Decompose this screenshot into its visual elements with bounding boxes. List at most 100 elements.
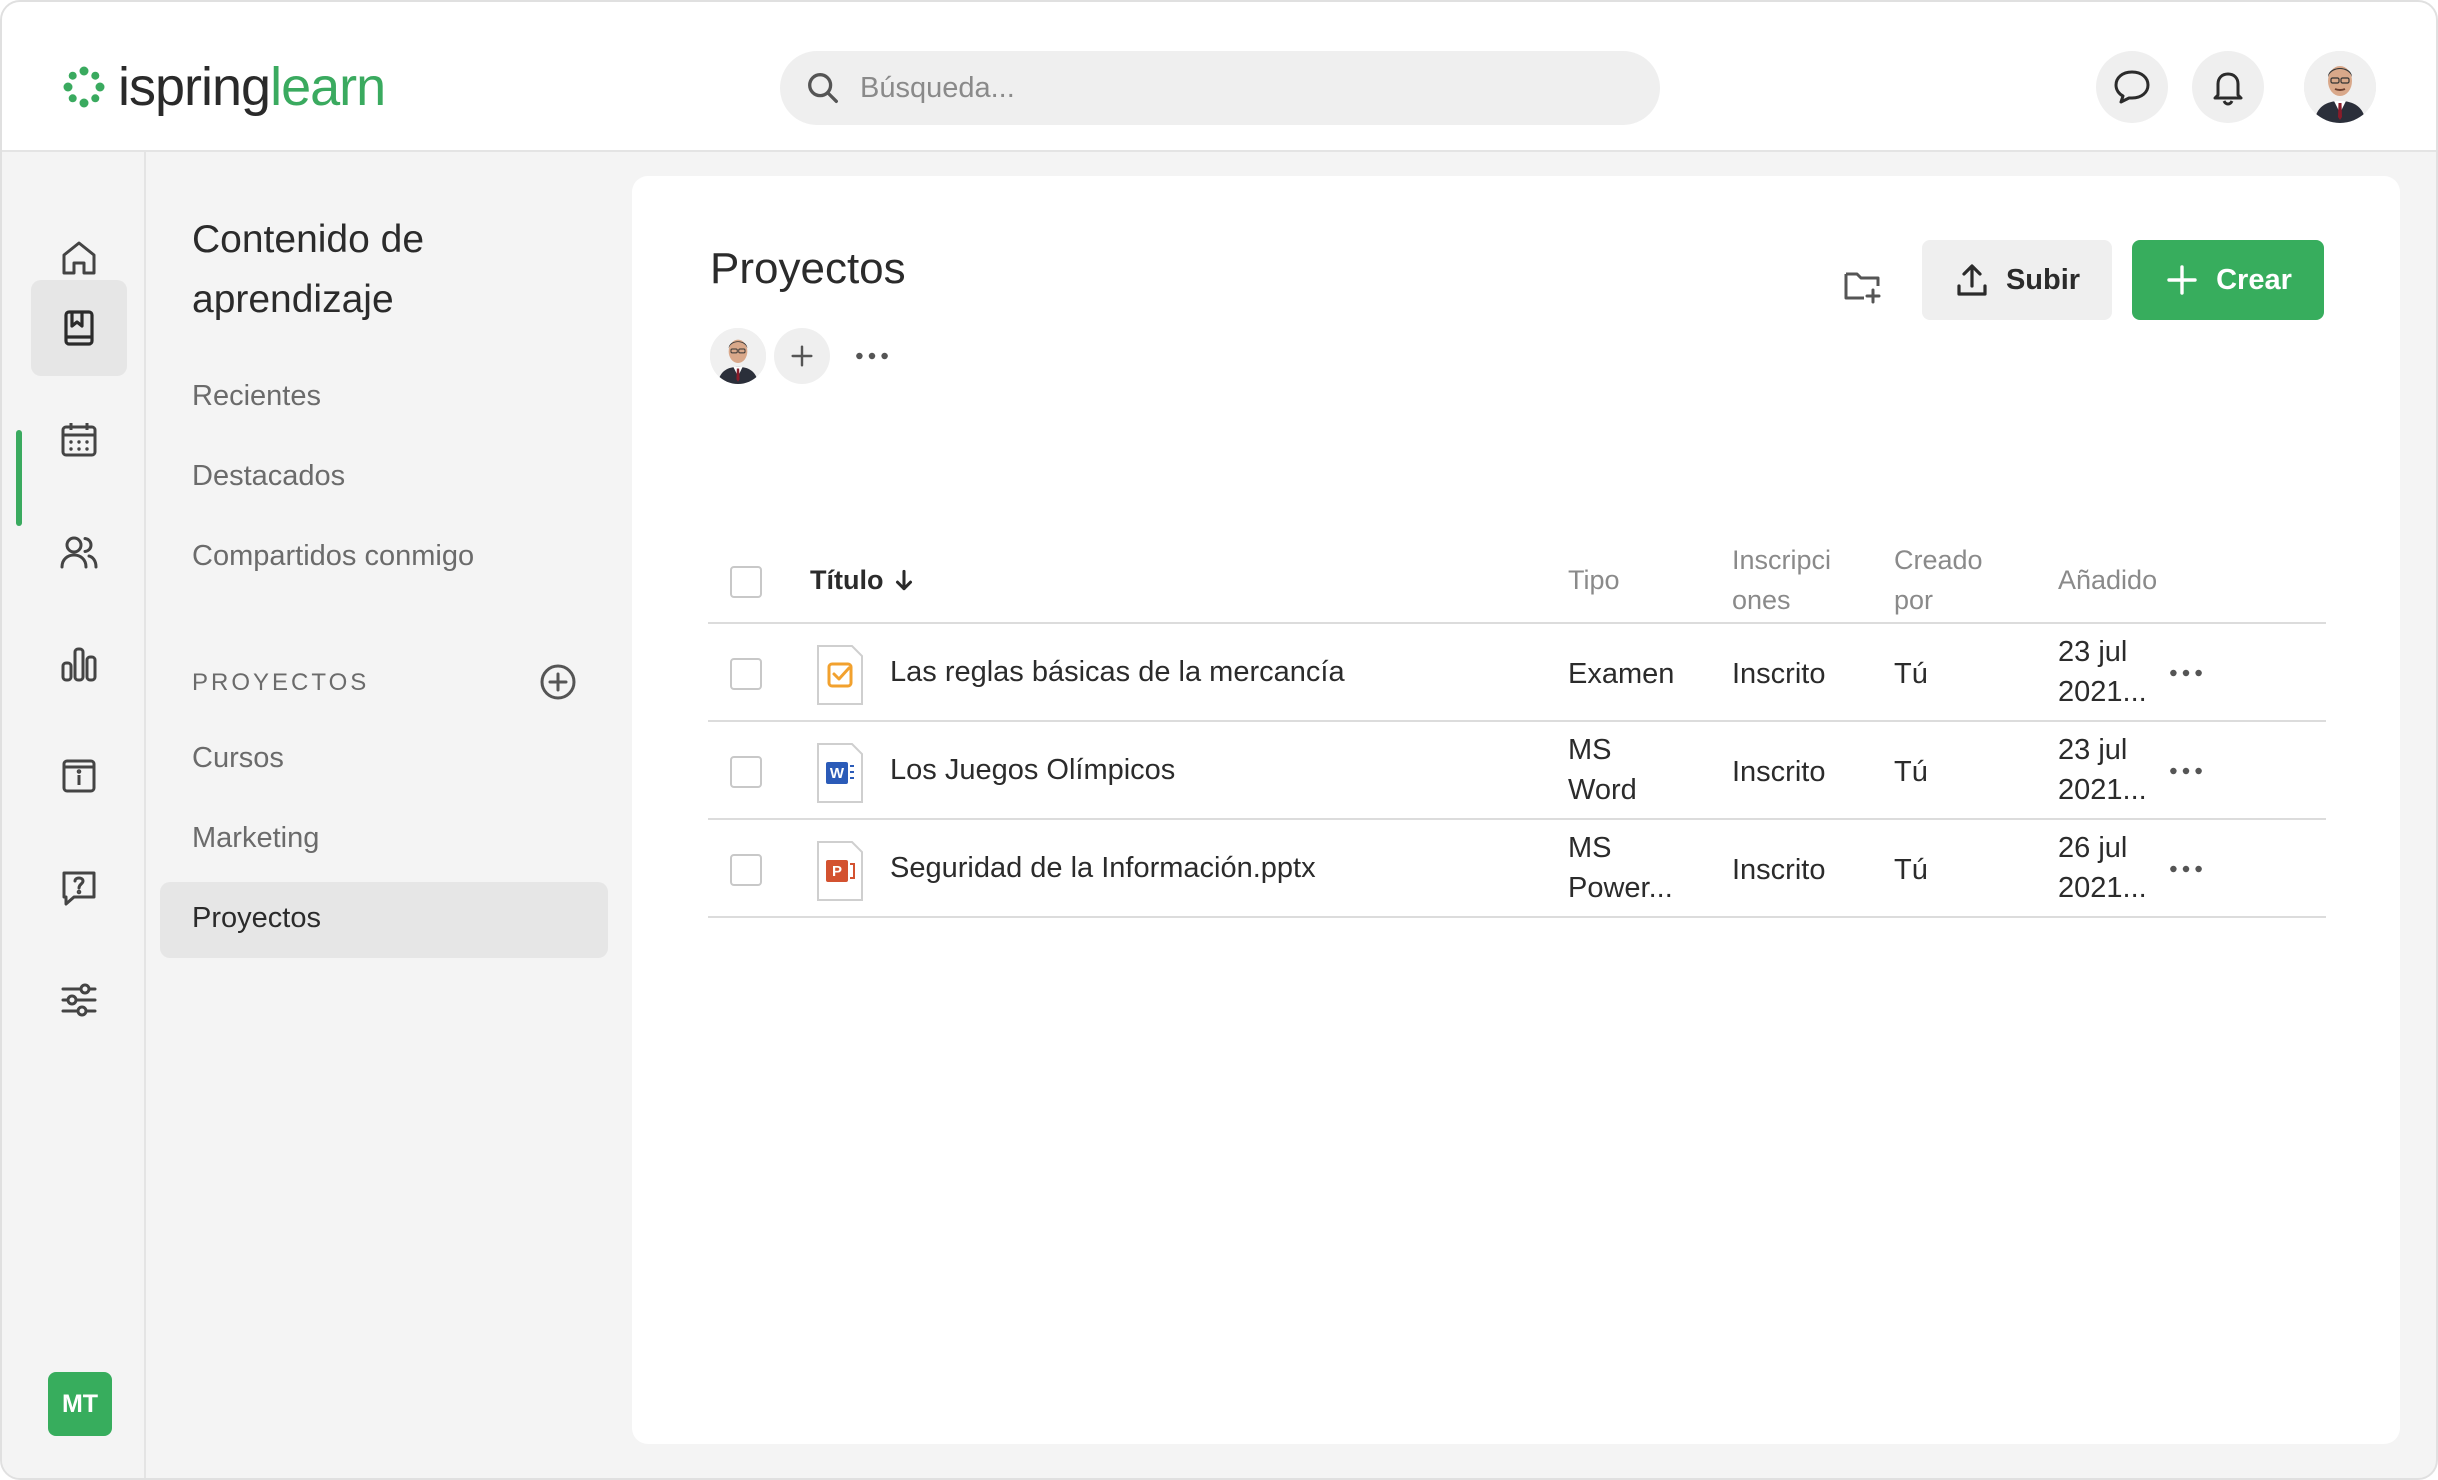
- row-type-line1: MS: [1568, 734, 1612, 766]
- column-title-header[interactable]: Título: [810, 560, 917, 600]
- row-title[interactable]: Seguridad de la Información.pptx: [890, 848, 1316, 888]
- users-icon: [60, 536, 98, 569]
- messages-button[interactable]: [2096, 51, 2168, 123]
- row-type: MS Word: [1568, 730, 1637, 810]
- column-title-label: Título: [810, 565, 884, 595]
- table-row[interactable]: W Los Juegos Olímpicos MS Word Inscrito …: [708, 722, 2326, 820]
- home-icon: [62, 241, 96, 275]
- folder-add-icon: [1844, 272, 1881, 304]
- quiz-icon: [817, 645, 863, 705]
- search-icon: [808, 73, 838, 103]
- subnav-item-courses[interactable]: Cursos: [192, 742, 284, 775]
- bell-icon: [2213, 72, 2243, 106]
- column-added-header[interactable]: Añadido: [2058, 560, 2157, 600]
- table-row[interactable]: P Seguridad de la Información.pptx MS Po…: [708, 820, 2326, 918]
- row-title[interactable]: Los Juegos Olímpicos: [890, 750, 1175, 790]
- chat-bubble-icon: [2114, 70, 2150, 104]
- svg-text:P: P: [832, 863, 842, 880]
- subnav-link-featured[interactable]: Destacados: [192, 460, 345, 493]
- created-by-header-line1: Creado: [1894, 545, 1983, 575]
- more-horizontal-icon: [2170, 767, 2202, 775]
- row-type: Examen: [1568, 654, 1674, 694]
- member-avatar[interactable]: [710, 328, 766, 384]
- svg-text:W: W: [830, 765, 845, 782]
- logo-text-ispring: ispring: [118, 57, 271, 117]
- sort-down-arrow-icon: [896, 569, 913, 591]
- rail-item-users[interactable]: [31, 504, 127, 600]
- row-more-button[interactable]: [2166, 854, 2206, 884]
- subnav-item-marketing[interactable]: Marketing: [192, 822, 319, 855]
- top-bar: ispringlearn: [2, 2, 2436, 152]
- table-row[interactable]: Las reglas básicas de la mercancía Exame…: [708, 624, 2326, 722]
- word-doc-icon: W: [817, 743, 863, 803]
- enrollments-header-line1: Inscripci: [1732, 545, 1832, 575]
- rail-active-indicator: [16, 430, 22, 526]
- row-added-line2: 2021...: [2058, 774, 2147, 806]
- search-input[interactable]: [860, 71, 1620, 105]
- row-added-line1: 23 jul: [2058, 636, 2128, 668]
- add-project-icon[interactable]: [538, 662, 578, 702]
- created-by-header-line2: por: [1894, 585, 1934, 615]
- row-more-button[interactable]: [2166, 756, 2206, 786]
- row-type-line1: Examen: [1568, 658, 1675, 690]
- row-title[interactable]: Las reglas básicas de la mercancía: [890, 652, 1345, 692]
- question-icon: [62, 871, 96, 906]
- table-header: Título Tipo Inscripci ones Creado por Añ…: [708, 536, 2326, 624]
- plus-icon: [791, 345, 813, 367]
- row-created-by: Tú: [1894, 756, 1928, 788]
- row-checkbox[interactable]: [730, 854, 762, 886]
- learning-content-nav: Contenido de aprendizaje Recientes Desta…: [148, 152, 624, 1478]
- subnav-link-recent[interactable]: Recientes: [192, 380, 321, 413]
- user-portrait-icon: [2304, 51, 2376, 123]
- create-button[interactable]: Crear: [2132, 240, 2324, 320]
- rail-item-settings[interactable]: [31, 952, 127, 1048]
- plus-icon: [2167, 265, 2197, 295]
- main-content-card: Proyectos Subir Crear Título Tipo Inscri…: [632, 176, 2400, 1444]
- row-type-line2: Word: [1568, 774, 1637, 806]
- subnav-item-projects[interactable]: Proyectos: [192, 902, 321, 935]
- info-icon: [62, 759, 96, 793]
- more-horizontal-icon: [2170, 865, 2202, 873]
- new-folder-button[interactable]: [1838, 260, 1888, 310]
- rail-item-calendar[interactable]: [31, 392, 127, 488]
- column-enrollments-header[interactable]: Inscripci ones: [1732, 540, 1831, 620]
- left-rail-nav: MT: [2, 152, 146, 1478]
- user-initials-badge[interactable]: MT: [48, 1372, 112, 1436]
- rail-item-reports[interactable]: [31, 616, 127, 712]
- column-type-header[interactable]: Tipo: [1568, 560, 1620, 600]
- page-title: Proyectos: [710, 244, 906, 293]
- row-more-button[interactable]: [2166, 658, 2206, 688]
- upload-button[interactable]: Subir: [1922, 240, 2112, 320]
- row-type-line2: Power...: [1568, 872, 1673, 904]
- projects-section-label: PROYECTOS: [192, 669, 370, 696]
- logo-sparkle-icon: [63, 66, 105, 108]
- row-created-by: Tú: [1894, 854, 1928, 886]
- row-added-line2: 2021...: [2058, 872, 2147, 904]
- rail-item-learning-content[interactable]: [31, 280, 127, 376]
- search-bar[interactable]: [780, 51, 1660, 125]
- ispring-learn-logo[interactable]: ispringlearn: [60, 52, 386, 122]
- rail-item-info[interactable]: [31, 728, 127, 824]
- row-type: MS Power...: [1568, 828, 1673, 908]
- upload-icon: [1957, 264, 1987, 296]
- row-checkbox[interactable]: [730, 756, 762, 788]
- more-horizontal-icon: [2170, 669, 2202, 677]
- row-created-by: Tú: [1894, 658, 1928, 690]
- subnav-link-shared-with-me[interactable]: Compartidos conmigo: [192, 540, 474, 573]
- calendar-icon: [61, 423, 97, 457]
- notifications-button[interactable]: [2192, 51, 2264, 123]
- logo-text-learn: learn: [270, 57, 386, 117]
- user-avatar[interactable]: [2304, 51, 2376, 123]
- members-more-button[interactable]: [852, 338, 892, 374]
- settings-sliders-icon: [61, 983, 97, 1017]
- more-horizontal-icon: [856, 352, 888, 360]
- column-created-by-header[interactable]: Creado por: [1894, 540, 1983, 620]
- select-all-checkbox[interactable]: [730, 566, 762, 598]
- rail-item-help[interactable]: [31, 840, 127, 936]
- app-window: ispringlearn Búsqueda... MT Contenido de…: [0, 0, 2438, 1480]
- upload-label: Subir: [2005, 263, 2081, 296]
- subnav-title: Contenido de aprendizaje: [192, 218, 425, 321]
- row-enrollment: Inscrito: [1732, 756, 1826, 788]
- add-member-button[interactable]: [774, 328, 830, 384]
- row-checkbox[interactable]: [730, 658, 762, 690]
